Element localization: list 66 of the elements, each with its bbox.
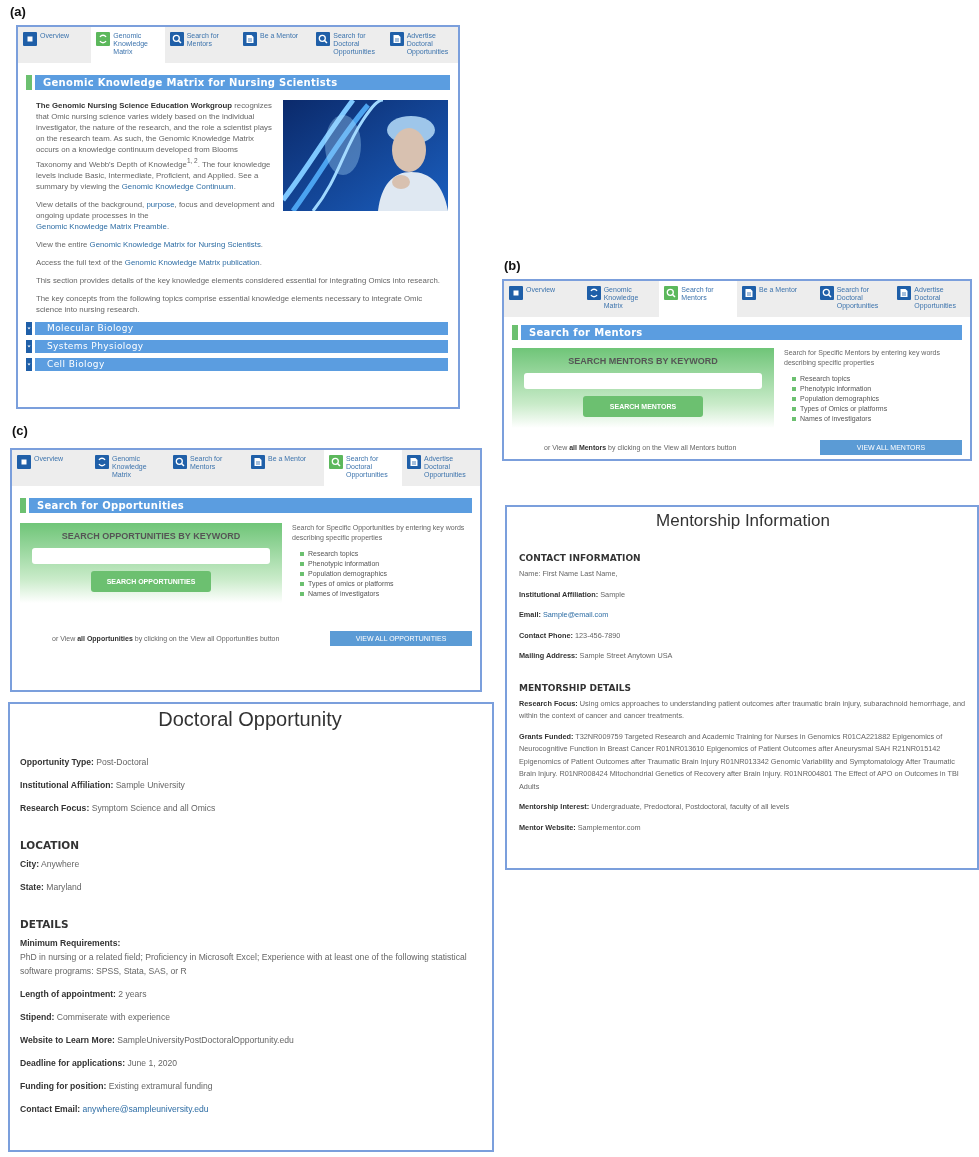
search-icon [316, 32, 331, 46]
document-icon [243, 32, 257, 46]
figure-label: (b) [504, 258, 522, 273]
section-heading: LOCATION [20, 839, 81, 851]
field-text: Deadline for applications: June 1, 2020 [20, 1057, 179, 1070]
section-heading: Genomic Knowledge Matrix for Nursing Scientists [35, 75, 450, 90]
section-heading: Search for Opportunities [29, 498, 472, 513]
expand-icon[interactable] [26, 357, 32, 371]
bullet-icon [792, 377, 796, 381]
bullet-icon [300, 582, 304, 586]
section-heading: Search for Mentors [521, 325, 962, 340]
search-icon [173, 455, 187, 469]
heading-marker [26, 75, 32, 90]
document-icon [897, 286, 912, 300]
field-text: Length of appointment: 2 years [20, 988, 148, 1001]
bullet-icon [792, 407, 796, 411]
document-icon [742, 286, 756, 300]
accordion-header[interactable]: Molecular Biology [35, 321, 448, 335]
section-heading: DETAILS [20, 918, 70, 930]
field-text: Institutional Affiliation: Sample University [20, 779, 186, 792]
bullet-icon [792, 387, 796, 391]
figure-label: (a) [10, 4, 27, 19]
bullet-icon [300, 592, 304, 596]
bullet-icon [300, 562, 304, 566]
field-text: City: Anywhere [20, 858, 81, 871]
keyword-input[interactable] [524, 373, 762, 389]
cycle-icon [96, 32, 111, 46]
section-heading: MENTORSHIP DETAILS [519, 682, 633, 693]
document-icon [251, 455, 265, 469]
expand-icon[interactable] [26, 339, 32, 353]
accordion-header[interactable]: Cell Biology [35, 357, 448, 371]
field-text: Funding for position: Existing extramural funding [20, 1080, 214, 1093]
field-text: Contact Email: anywhere@sampleuniversity.edu [20, 1103, 210, 1116]
search-icon [329, 455, 343, 469]
search-icon [664, 286, 679, 300]
card-title: Mentorship Information [655, 511, 831, 531]
section-heading: CONTACT INFORMATION [519, 553, 642, 563]
bullet-icon [300, 572, 304, 576]
square-icon [509, 286, 523, 300]
field-text: State: Maryland [20, 881, 83, 894]
document-icon [389, 32, 404, 46]
accordion-header[interactable]: Systems Physiology [35, 339, 448, 353]
bullet-icon [300, 552, 304, 556]
search-icon [819, 286, 834, 300]
expand-icon[interactable] [26, 321, 32, 335]
field-text: Research Focus: Symptom Science and all Omics [20, 802, 217, 815]
cycle-icon [95, 455, 109, 469]
card-title: Doctoral Opportunity [157, 708, 343, 731]
bullet-icon [792, 417, 796, 421]
document-icon [407, 455, 421, 469]
search-title: SEARCH MENTORS BY KEYWORD [568, 356, 718, 366]
square-icon [23, 32, 37, 46]
field-text: Website to Learn More: SampleUniversityPostDoctoralOpportunity.edu [20, 1034, 295, 1047]
search-icon [169, 32, 184, 46]
keyword-input[interactable] [32, 548, 270, 564]
field-text: Stipend: Commiserate with experience [20, 1011, 171, 1024]
figure-label: (c) [12, 423, 29, 438]
email-link[interactable]: anywhere@sampleuniversity.edu [82, 1104, 209, 1114]
search-title: SEARCH OPPORTUNITIES BY KEYWORD [61, 531, 241, 541]
heading-marker [20, 498, 26, 513]
heading-marker [512, 325, 518, 340]
field-text: Minimum Requirements: PhD in nursing or a related field; Proficiency in Microsoft Excel; Experience with at least one of the following statistical software programs: SPSS, Stata, SAS, or R [20, 937, 468, 978]
field-text: Opportunity Type: Post-Doctoral [20, 756, 150, 769]
cycle-icon [586, 286, 601, 300]
square-icon [17, 455, 31, 469]
bullet-icon [792, 397, 796, 401]
